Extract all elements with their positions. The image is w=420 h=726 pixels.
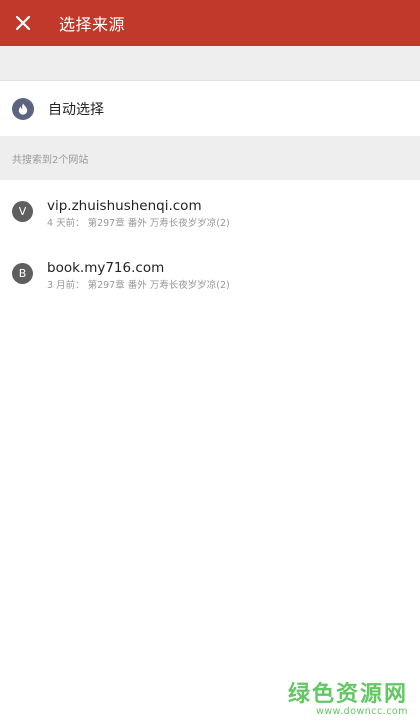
app-bar: 选择来源: [0, 0, 420, 46]
top-spacer: [0, 46, 420, 81]
auto-select-label: 自动选择: [48, 101, 104, 118]
watermark-url: www.downcc.com: [316, 706, 408, 717]
source-list: V vip.zhuishushenqi.com 4 天前： 第297章 番外 万…: [0, 180, 420, 306]
flame-icon: [12, 97, 34, 120]
source-latest-chapter: 3 月前： 第297章 番外 万寿长夜岁岁凉(2): [47, 280, 230, 291]
close-icon: [16, 16, 30, 30]
page-title: 选择来源: [59, 15, 126, 34]
watermark: 绿色资源网 www.downcc.com: [288, 676, 408, 717]
search-result-count: 共搜索到2个网站: [12, 154, 89, 166]
watermark-text: 绿色资源网: [287, 682, 408, 707]
source-item[interactable]: B book.my716.com 3 月前： 第297章 番外 万寿长夜岁岁凉(…: [0, 243, 420, 306]
source-avatar: V: [12, 201, 33, 222]
section-header: 共搜索到2个网站: [0, 136, 420, 180]
source-latest-chapter: 4 天前： 第297章 番外 万寿长夜岁岁凉(2): [47, 218, 230, 229]
auto-select-option[interactable]: 自动选择: [0, 81, 420, 136]
source-item[interactable]: V vip.zhuishushenqi.com 4 天前： 第297章 番外 万…: [0, 180, 420, 243]
source-avatar: B: [12, 263, 33, 284]
source-domain: vip.zhuishushenqi.com: [47, 198, 202, 214]
source-domain: book.my716.com: [47, 260, 165, 276]
close-button[interactable]: [0, 0, 46, 46]
